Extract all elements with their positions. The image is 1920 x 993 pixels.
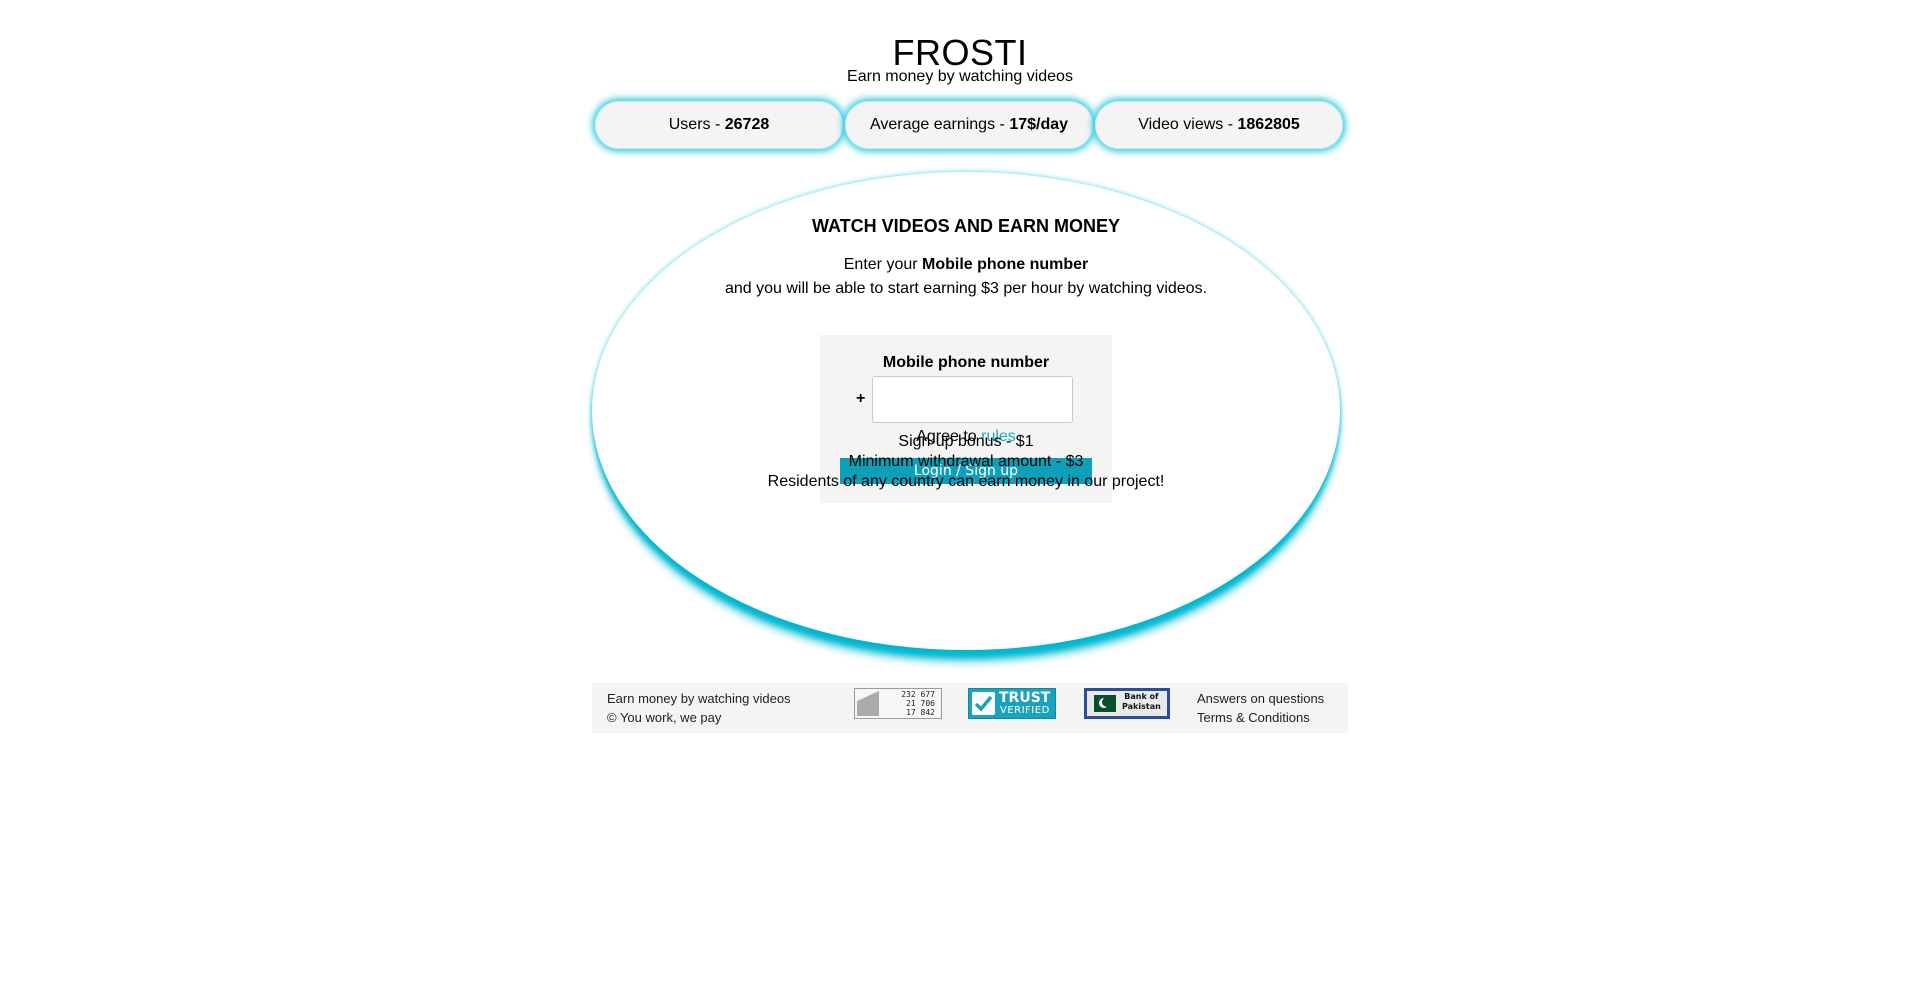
stat-views-value: 1862805 (1237, 116, 1300, 133)
stat-average-earnings: Average earnings - 17$/day (845, 101, 1093, 149)
terms-link[interactable]: Terms & Conditions (1197, 708, 1324, 727)
stat-earnings-value: 17$/day (1009, 116, 1069, 133)
bank-badge[interactable]: Bank of Pakistan (1084, 688, 1170, 719)
intro-prefix: Enter your (843, 256, 923, 273)
counter-numbers: 232 677 21 706 17 842 (901, 690, 935, 717)
signup-card: WATCH VIDEOS AND EARN MONEY Enter your M… (592, 172, 1340, 650)
info-signup-bonus: Sign-up bonus - $1 (898, 433, 1034, 450)
card-intro-line2: and you will be able to start earning $3… (724, 280, 1208, 297)
stat-views-label: Video views - (1138, 116, 1234, 133)
footer: Earn money by watching videos © You work… (592, 683, 1348, 733)
visitor-counter-badge[interactable]: 232 677 21 706 17 842 (854, 688, 942, 719)
phone-label: Mobile phone number (882, 354, 1050, 371)
info-residents: Residents of any country can earn money … (767, 473, 1165, 490)
bank-name-line1: Bank of (1124, 692, 1159, 701)
bank-name-line2: Pakistan (1122, 702, 1161, 711)
info-min-withdrawal: Minimum withdrawal amount - $3 (848, 453, 1084, 470)
stats-bar: Users - 26728 Average earnings - 17$/day… (595, 101, 1343, 149)
footer-copyright: © You work, we pay (607, 710, 722, 725)
bank-name: Bank of Pakistan (1122, 692, 1161, 712)
trust-title: TRUST (999, 690, 1051, 706)
card-heading: WATCH VIDEOS AND EARN MONEY (811, 216, 1120, 236)
counter-line: 21 706 (906, 699, 935, 708)
card-intro: Enter your Mobile phone number (592, 255, 1340, 275)
country-code-plus: + (856, 390, 866, 407)
stat-earnings-label: Average earnings - (869, 116, 1005, 133)
phone-input[interactable] (872, 376, 1073, 423)
counter-line: 17 842 (906, 708, 935, 717)
trust-verified-badge[interactable]: TRUST VERIFIED (968, 688, 1056, 719)
page: FROSTI Earn money by watching videos Use… (0, 0, 1920, 993)
site-subtitle: Earn money by watching videos (847, 68, 1073, 85)
stat-users-label: Users - (668, 116, 721, 133)
stat-users-value: 26728 (724, 116, 770, 133)
checkmark-icon (972, 692, 995, 715)
trust-subtitle: VERIFIED (1000, 705, 1050, 716)
faq-link[interactable]: Answers on questions (1197, 689, 1324, 708)
stat-users: Users - 26728 (595, 101, 843, 149)
intro-bold: Mobile phone number (922, 256, 1089, 273)
footer-links: Answers on questions Terms & Conditions (1197, 689, 1324, 727)
chart-icon (857, 691, 879, 716)
stat-video-views: Video views - 1862805 (1095, 101, 1343, 149)
footer-tagline: Earn money by watching videos (607, 691, 791, 706)
counter-line: 232 677 (901, 690, 935, 699)
flag-icon (1094, 695, 1116, 712)
footer-about: Earn money by watching videos © You work… (607, 689, 791, 727)
